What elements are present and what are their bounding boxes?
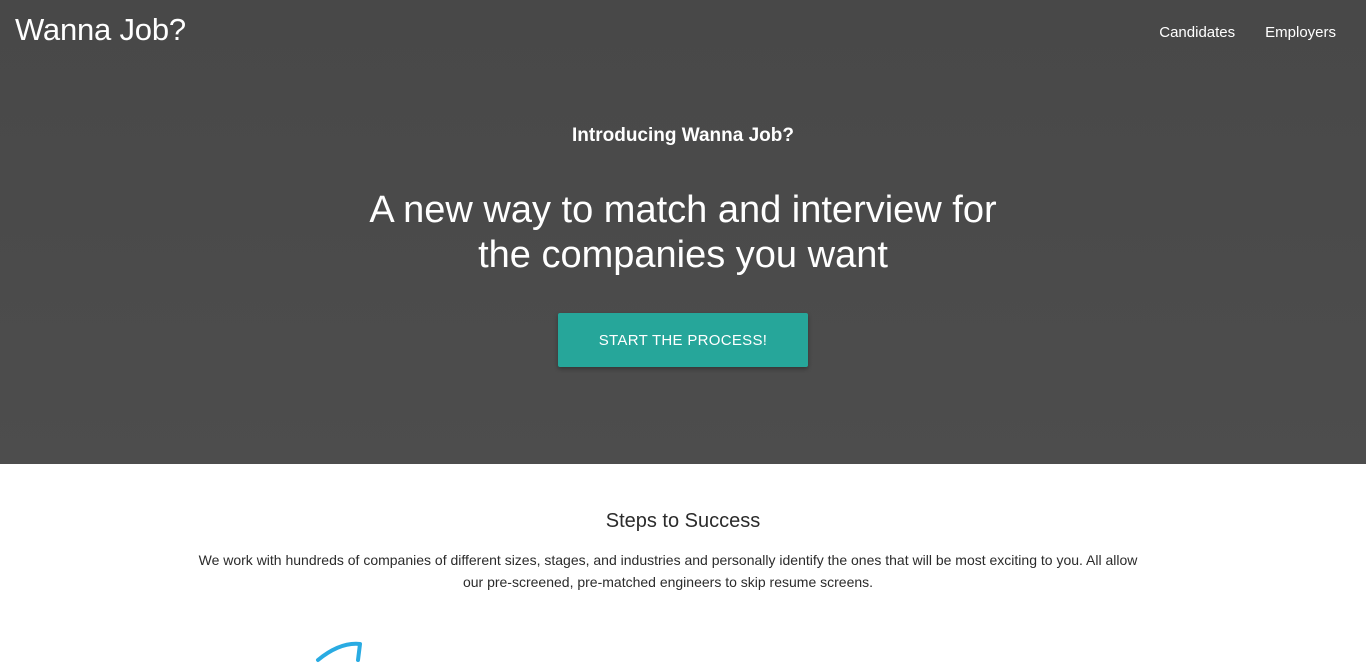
hero-section: Wanna Job? Candidates Employers Introduc… <box>0 0 1366 464</box>
brand-logo[interactable]: Wanna Job? <box>15 12 186 48</box>
steps-description: We work with hundreds of companies of di… <box>170 549 1166 593</box>
steps-title: Steps to Success <box>605 510 761 532</box>
hero-headline: A new way to match and interview for the… <box>0 188 1366 278</box>
hero-headline-line-1: A new way to match and interview for <box>369 189 997 231</box>
steps-description-line-2: our pre-screened, pre-matched engineers … <box>462 574 874 590</box>
hero-intro: Introducing Wanna Job? <box>572 125 794 146</box>
nav-link-candidates[interactable]: Candidates <box>1159 24 1235 41</box>
top-nav: Candidates Employers <box>1159 24 1336 41</box>
paper-plane-icon <box>316 641 362 662</box>
steps-description-line-1: We work with hundreds of companies of di… <box>198 552 1138 568</box>
hero-headline-line-2: the companies you want <box>478 234 888 276</box>
nav-link-employers[interactable]: Employers <box>1265 24 1336 41</box>
start-process-button[interactable]: START THE PROCESS! <box>558 313 808 367</box>
